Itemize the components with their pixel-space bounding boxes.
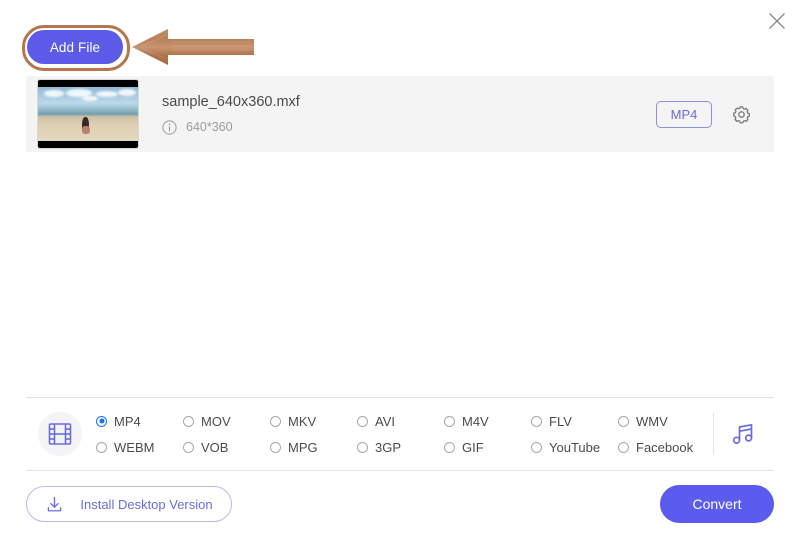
format-option-mov[interactable]: MOV bbox=[183, 408, 270, 434]
install-desktop-version-button[interactable]: Install Desktop Version bbox=[26, 486, 232, 522]
radio-icon bbox=[531, 415, 542, 427]
format-option-label: YouTube bbox=[549, 439, 601, 455]
format-option-gif[interactable]: GIF bbox=[444, 434, 531, 460]
radio-icon bbox=[618, 415, 629, 427]
format-option-label: 3GP bbox=[375, 439, 402, 455]
download-icon bbox=[48, 496, 62, 511]
radio-icon bbox=[270, 441, 281, 453]
format-option-label: Facebook bbox=[636, 439, 694, 455]
format-option-label: GIF bbox=[462, 439, 484, 455]
gear-icon bbox=[732, 105, 750, 123]
format-option-mpg[interactable]: MPG bbox=[270, 434, 357, 460]
format-option-youtube[interactable]: YouTube bbox=[531, 434, 618, 460]
install-desktop-version-label: Install Desktop Version bbox=[80, 496, 213, 512]
file-resolution: 640*360 bbox=[186, 120, 233, 134]
format-option-facebook[interactable]: Facebook bbox=[618, 434, 705, 460]
format-selector-bar: MP4 MOV MKV AVI M4V FLV WMV WEBM VOB MPG 3GP GIF You… bbox=[26, 398, 774, 470]
format-option-webm[interactable]: WEBM bbox=[96, 434, 183, 460]
format-option-label: VOB bbox=[201, 439, 229, 455]
radio-icon bbox=[270, 415, 281, 427]
header-bar: Add File bbox=[0, 0, 800, 72]
file-meta: sample_640x360.mxf 640*360 bbox=[162, 94, 656, 135]
radio-icon bbox=[444, 415, 455, 427]
music-note-icon bbox=[732, 423, 753, 444]
format-option-m4v[interactable]: M4V bbox=[444, 408, 531, 434]
annotation-arrow-icon bbox=[132, 26, 254, 68]
film-strip-icon-container[interactable] bbox=[38, 412, 82, 456]
radio-icon bbox=[183, 441, 194, 453]
radio-icon bbox=[96, 441, 107, 453]
format-option-flv[interactable]: FLV bbox=[531, 408, 618, 434]
convert-button[interactable]: Convert bbox=[660, 485, 774, 523]
radio-icon bbox=[357, 415, 368, 427]
add-file-button[interactable]: Add File bbox=[27, 30, 123, 64]
format-option-label: MOV bbox=[201, 413, 231, 429]
format-option-vob[interactable]: VOB bbox=[183, 434, 270, 460]
film-strip-icon bbox=[48, 423, 72, 445]
format-option-label: WEBM bbox=[114, 439, 155, 455]
format-option-label: WMV bbox=[636, 413, 668, 429]
format-options-grid: MP4 MOV MKV AVI M4V FLV WMV WEBM VOB MPG 3GP GIF You… bbox=[96, 408, 705, 460]
radio-icon bbox=[357, 441, 368, 453]
radio-icon bbox=[183, 415, 194, 427]
format-option-wmv[interactable]: WMV bbox=[618, 408, 705, 434]
footer-bar: Install Desktop Version Convert bbox=[0, 470, 800, 548]
format-option-label: AVI bbox=[375, 413, 395, 429]
file-name: sample_640x360.mxf bbox=[162, 93, 300, 110]
format-option-label: MPG bbox=[288, 439, 318, 455]
format-option-avi[interactable]: AVI bbox=[357, 408, 444, 434]
format-option-label: M4V bbox=[462, 413, 489, 429]
radio-icon bbox=[444, 441, 455, 453]
file-sub-info: 640*360 bbox=[162, 119, 656, 135]
format-option-label: FLV bbox=[549, 413, 572, 429]
settings-button[interactable] bbox=[730, 103, 752, 125]
add-file-wrapper: Add File bbox=[22, 25, 130, 71]
file-actions: MP4 bbox=[656, 100, 752, 128]
table-row[interactable]: sample_640x360.mxf 640*360 MP4 bbox=[26, 76, 774, 152]
format-option-mp4[interactable]: MP4 bbox=[96, 408, 183, 434]
format-option-label: MKV bbox=[288, 413, 317, 429]
radio-icon bbox=[618, 441, 629, 453]
file-list: sample_640x360.mxf 640*360 MP4 bbox=[26, 76, 774, 152]
output-format-badge[interactable]: MP4 bbox=[656, 100, 712, 128]
audio-formats-button[interactable] bbox=[714, 420, 774, 448]
radio-icon bbox=[531, 441, 542, 453]
format-option-label: MP4 bbox=[114, 413, 141, 429]
format-option-3gp[interactable]: 3GP bbox=[357, 434, 444, 460]
video-thumbnail bbox=[38, 80, 138, 148]
radio-icon bbox=[96, 415, 107, 427]
info-icon bbox=[162, 119, 177, 135]
format-option-mkv[interactable]: MKV bbox=[270, 408, 357, 434]
